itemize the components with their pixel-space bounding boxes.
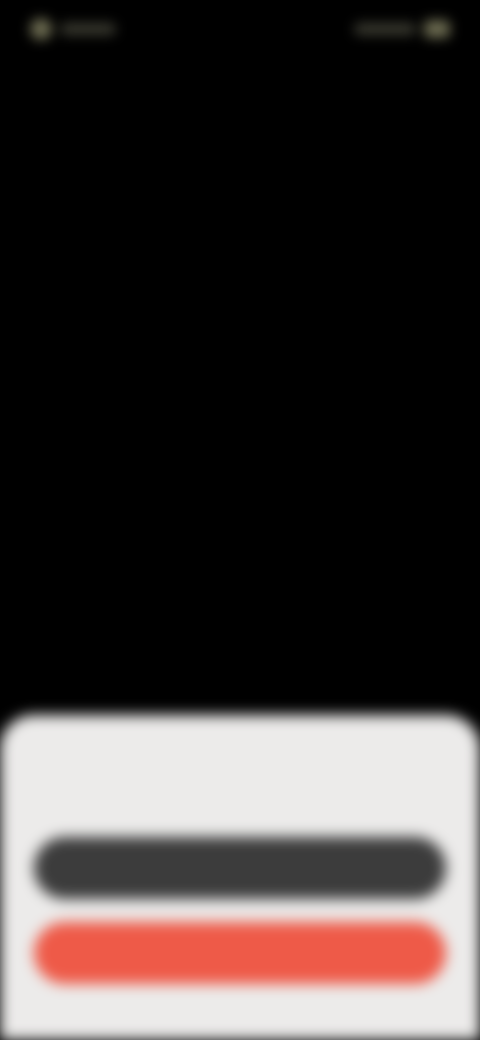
status-bar — [0, 0, 480, 60]
battery-icon — [424, 20, 450, 38]
status-right — [350, 18, 450, 40]
status-left — [30, 18, 120, 40]
secondary-button[interactable] — [34, 837, 446, 899]
status-dot-icon — [30, 18, 52, 40]
bottom-sheet — [0, 715, 480, 1040]
signal-icon — [354, 23, 416, 35]
screen — [0, 0, 480, 1040]
status-time — [60, 23, 116, 35]
primary-button[interactable] — [34, 922, 446, 984]
